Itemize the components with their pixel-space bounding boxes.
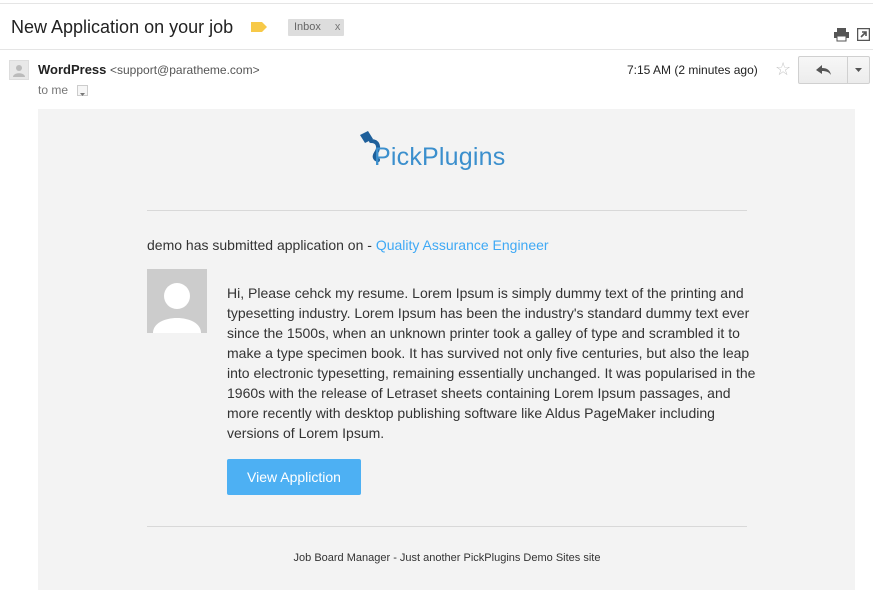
person-icon	[13, 65, 25, 77]
more-actions-button[interactable]	[847, 56, 870, 84]
recipient-label: to me	[38, 83, 69, 97]
email-body: PickPlugins demo has submitted applicati…	[38, 109, 855, 590]
reply-button[interactable]	[798, 56, 848, 84]
chevron-down-icon	[855, 68, 862, 72]
label-tag-icon[interactable]	[251, 22, 267, 32]
subject-bar: New Application on your job Inbox x	[0, 8, 880, 48]
chevron-down-icon	[80, 93, 85, 96]
header-divider	[0, 49, 873, 50]
logo-text: PickPlugins	[374, 143, 506, 171]
inbox-label-text: Inbox	[294, 21, 321, 33]
email-timestamp: 7:15 AM (2 minutes ago)	[627, 63, 758, 77]
sender-row: WordPress <support@paratheme.com> to me …	[0, 55, 880, 101]
sender-email: <support@paratheme.com>	[110, 63, 260, 77]
view-application-button[interactable]: View Appliction	[227, 459, 361, 495]
sender-name: WordPress	[38, 62, 107, 77]
applicant-avatar	[147, 269, 207, 333]
application-intro: demo has submitted application on - Qual…	[147, 237, 549, 253]
star-icon[interactable]: ☆	[775, 59, 791, 80]
job-link[interactable]: Quality Assurance Engineer	[376, 237, 549, 253]
top-divider	[0, 3, 873, 4]
print-icon[interactable]	[834, 28, 849, 42]
applicant-message: Hi, Please cehck my resume. Lorem Ipsum …	[227, 285, 756, 441]
email-footer: Job Board Manager - Just another PickPlu…	[293, 552, 601, 564]
new-window-icon[interactable]	[857, 28, 870, 41]
sender-avatar	[9, 60, 29, 80]
intro-text: demo has submitted application on -	[147, 237, 376, 253]
show-details-dropdown[interactable]	[77, 85, 88, 96]
person-icon	[147, 269, 207, 333]
reply-icon	[816, 65, 831, 75]
body-divider-bottom	[147, 526, 747, 527]
body-divider-top	[147, 210, 747, 211]
remove-label-button[interactable]: x	[335, 21, 341, 33]
email-subject: New Application on your job	[11, 17, 234, 37]
pickplugins-logo: PickPlugins	[356, 129, 556, 177]
inbox-label-chip[interactable]: Inbox x	[288, 19, 345, 36]
